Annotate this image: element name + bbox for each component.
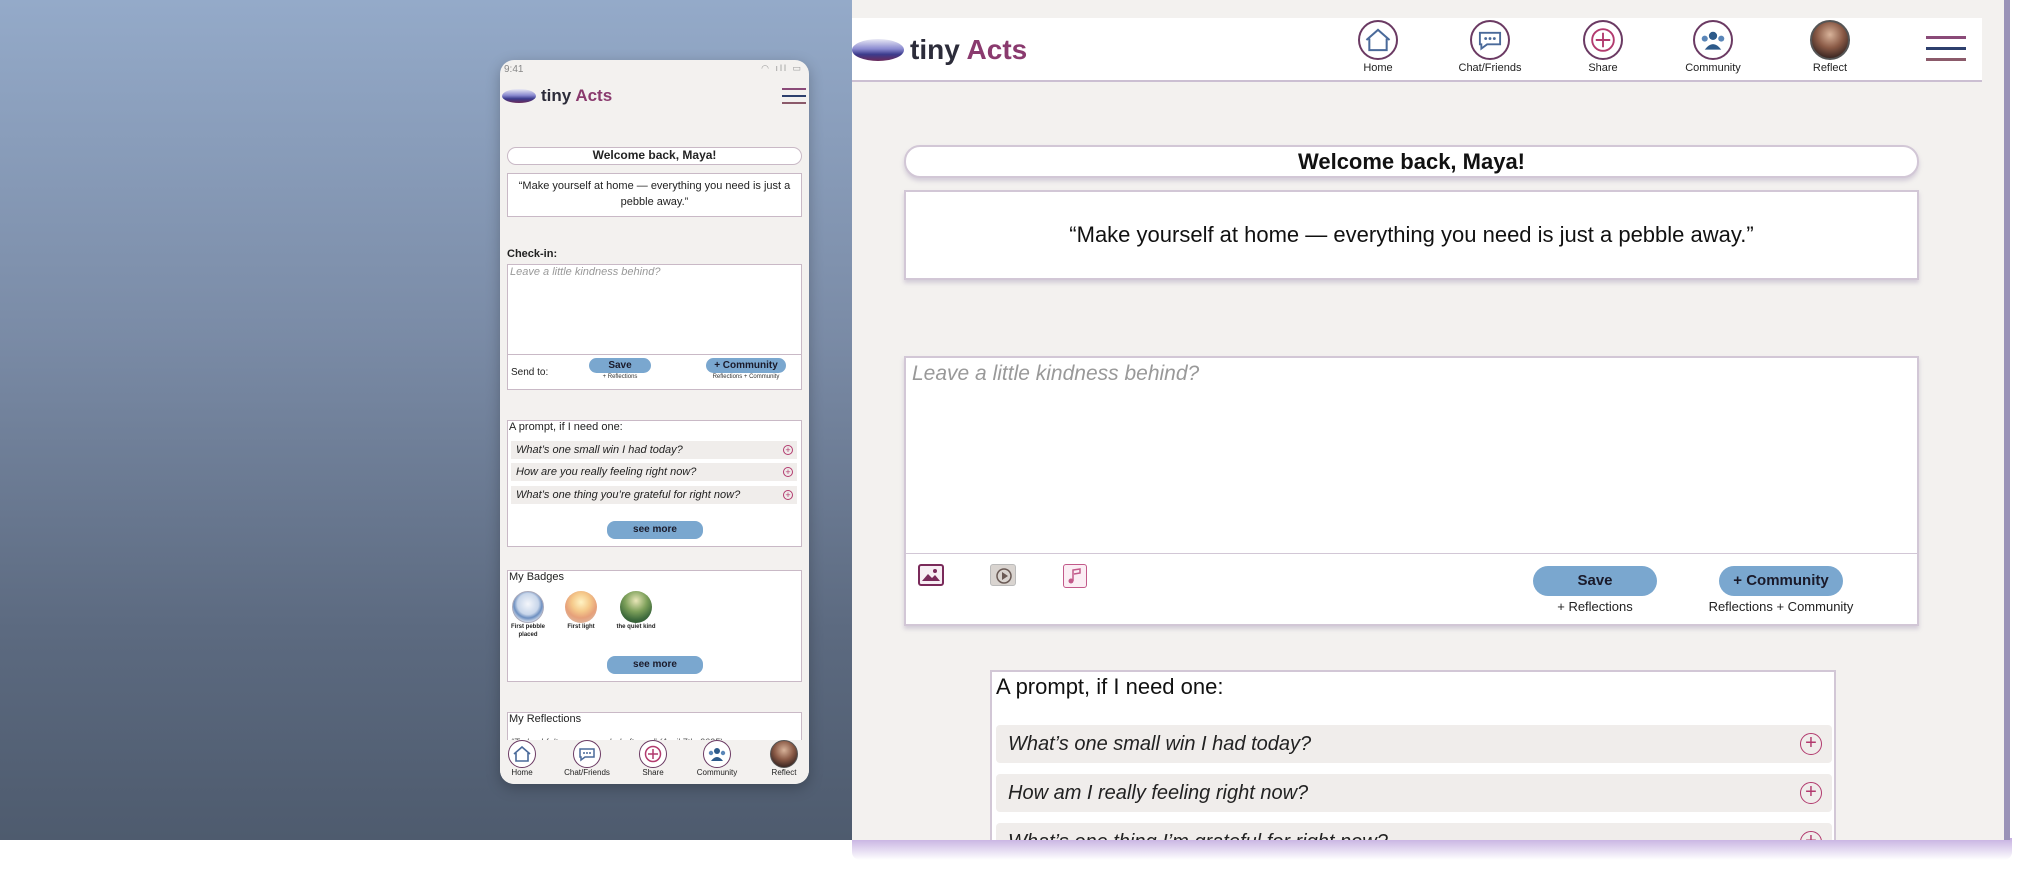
- badge-label: the quiet kind: [616, 624, 656, 630]
- prompt-item[interactable]: How am I really feeling right now? +: [996, 774, 1832, 812]
- community-icon: [703, 740, 731, 768]
- logo-text: tiny Acts: [910, 34, 1028, 65]
- hamburger-menu-icon[interactable]: [1926, 36, 1966, 66]
- prompt-title: A prompt, if I need one:: [509, 421, 623, 433]
- avatar: [770, 740, 798, 768]
- nav-reflect[interactable]: Reflect: [759, 740, 809, 778]
- status-bar: 9:41 ◠ ıll ▭: [500, 60, 809, 78]
- desktop-app-frame: tiny Acts Home Chat/Friends Share Commun…: [852, 0, 2004, 840]
- nav-share[interactable]: Share: [628, 740, 678, 778]
- send-row: Send to: Save + Reflections + Community …: [508, 354, 801, 389]
- avatar: [1810, 20, 1850, 60]
- bottom-nav: Home Chat/Friends Share Community Reflec…: [500, 740, 809, 784]
- welcome-banner: Welcome back, Maya!: [904, 145, 1919, 178]
- badge-label: First light: [567, 624, 595, 630]
- add-prompt-icon[interactable]: +: [783, 445, 793, 455]
- desktop-shadow: [852, 838, 2012, 860]
- prompt-item[interactable]: What’s one small win I had today? +: [511, 441, 797, 459]
- chat-bubble-icon: [1470, 20, 1510, 60]
- pebble-logo-icon: [502, 89, 536, 103]
- checkin-textarea[interactable]: Leave a little kindness behind? Save + R…: [904, 356, 1919, 626]
- prompts-see-more-button[interactable]: see more: [607, 521, 703, 539]
- community-sub-label: Reflections + Community: [712, 374, 780, 380]
- save-button[interactable]: Save: [589, 358, 651, 373]
- home-icon: [1358, 20, 1398, 60]
- plus-circle-icon: [639, 740, 667, 768]
- badges-title: My Badges: [509, 571, 565, 583]
- nav-community[interactable]: Community: [1668, 20, 1758, 76]
- badge-label: First pebble placed: [510, 624, 545, 638]
- prompt-item[interactable]: What’s one thing you’re grateful for rig…: [511, 486, 797, 504]
- prompt-item[interactable]: How are you really feeling right now? +: [511, 463, 797, 481]
- nav-chat-friends[interactable]: Chat/Friends: [562, 740, 612, 778]
- logo-text: tiny Acts: [541, 86, 613, 105]
- pebble-logo-icon: [852, 39, 904, 61]
- composer-toolbar: Save + Reflections + Community Reflectio…: [906, 553, 1917, 626]
- top-header: tiny Acts Home Chat/Friends Share Commun…: [852, 18, 1982, 82]
- nav-community[interactable]: Community: [692, 740, 742, 778]
- image-icon[interactable]: [918, 564, 944, 586]
- video-icon[interactable]: [990, 564, 1016, 586]
- first-light-badge-icon[interactable]: [565, 591, 597, 623]
- quote-card: “Make yourself at home — everything you …: [904, 190, 1919, 280]
- nav-home[interactable]: Home: [500, 740, 547, 778]
- add-prompt-icon[interactable]: +: [1800, 831, 1822, 840]
- badges-card: My Badges First pebble placed First ligh…: [507, 570, 802, 682]
- prompt-title: A prompt, if I need one:: [996, 674, 1224, 699]
- add-prompt-icon[interactable]: +: [783, 490, 793, 500]
- music-icon[interactable]: [1063, 564, 1087, 588]
- home-icon: [508, 740, 536, 768]
- app-logo[interactable]: tiny Acts: [852, 34, 1027, 66]
- chat-bubble-icon: [573, 740, 601, 768]
- desktop-frame-edge: [2004, 0, 2010, 840]
- prompt-card: A prompt, if I need one: What’s one smal…: [990, 670, 1836, 840]
- checkin-placeholder: Leave a little kindness behind?: [912, 362, 1200, 385]
- first-pebble-badge-icon[interactable]: [512, 591, 544, 623]
- app-logo[interactable]: tiny Acts: [502, 86, 612, 106]
- hamburger-menu-icon[interactable]: [782, 88, 806, 106]
- community-button[interactable]: + Community: [1719, 566, 1843, 596]
- nav-reflect[interactable]: Reflect: [1790, 20, 1870, 76]
- prompt-card: A prompt, if I need one: What’s one smal…: [507, 420, 802, 547]
- mobile-app-frame: 9:41 ◠ ıll ▭ tiny Acts Welcome back, May…: [500, 60, 809, 784]
- nav-home[interactable]: Home: [1338, 20, 1418, 76]
- status-icons: ◠ ıll ▭: [761, 63, 803, 73]
- checkin-placeholder: Leave a little kindness behind?: [510, 266, 661, 278]
- send-to-label: Send to:: [511, 367, 549, 378]
- add-prompt-icon[interactable]: +: [1800, 782, 1822, 804]
- nav-share[interactable]: Share: [1563, 20, 1643, 76]
- save-button[interactable]: Save: [1533, 566, 1657, 596]
- add-prompt-icon[interactable]: +: [783, 467, 793, 477]
- community-icon: [1693, 20, 1733, 60]
- nav-chat-friends[interactable]: Chat/Friends: [1445, 20, 1535, 76]
- add-prompt-icon[interactable]: +: [1800, 733, 1822, 755]
- checkin-textarea[interactable]: Leave a little kindness behind? Send to:…: [507, 264, 802, 390]
- community-sub-label: Reflections + Community: [1708, 599, 1854, 614]
- save-sub-label: + Reflections: [1557, 599, 1633, 614]
- community-button[interactable]: + Community: [706, 358, 786, 373]
- quote-card: “Make yourself at home — everything you …: [507, 173, 802, 217]
- prompt-item[interactable]: What’s one thing I’m grateful for right …: [996, 823, 1832, 840]
- prompt-item[interactable]: What’s one small win I had today? +: [996, 725, 1832, 763]
- screenshot-stage: 9:41 ◠ ıll ▭ tiny Acts Welcome back, May…: [0, 0, 2020, 872]
- reflections-title: My Reflections: [509, 713, 582, 725]
- welcome-banner: Welcome back, Maya!: [507, 147, 802, 165]
- quiet-kind-badge-icon[interactable]: [620, 591, 652, 623]
- status-time: 9:41: [504, 64, 524, 75]
- checkin-label: Check-in:: [507, 248, 558, 260]
- badges-see-more-button[interactable]: see more: [607, 656, 703, 674]
- plus-circle-icon: [1583, 20, 1623, 60]
- save-sub-label: + Reflections: [602, 374, 638, 380]
